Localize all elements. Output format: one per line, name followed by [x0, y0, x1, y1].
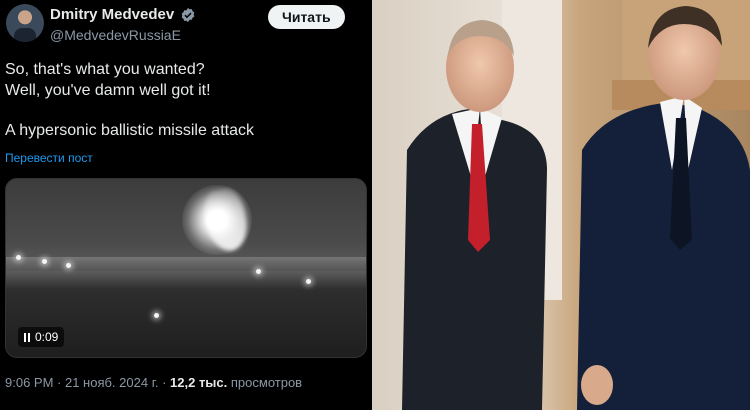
follow-button[interactable]: Читать — [268, 5, 345, 29]
tweet-timestamp[interactable]: 9:06 PM · 21 нояб. 2024 г. · — [5, 375, 166, 390]
video-time-overlay[interactable]: 0:09 — [18, 327, 65, 347]
tweet-line: So, that's what you wanted? — [5, 61, 205, 78]
video-player[interactable]: 0:09 — [5, 178, 367, 358]
video-duration: 0:09 — [35, 330, 59, 344]
tweet-line: A hypersonic ballistic missile attack — [5, 122, 254, 139]
author-handle[interactable]: @MedvedevRussiaE — [50, 27, 181, 43]
video-light — [66, 263, 71, 268]
verified-badge-icon — [180, 7, 196, 23]
video-horizon — [6, 257, 366, 271]
avatar[interactable] — [6, 4, 44, 42]
tweet-line: Well, you've damn well got it! — [5, 82, 211, 99]
tweet-text: So, that's what you wanted? Well, you've… — [5, 59, 365, 141]
author-name[interactable]: Dmitry Medvedev — [50, 6, 174, 23]
pause-icon[interactable] — [24, 332, 30, 342]
translate-link[interactable]: Перевести пост — [5, 151, 93, 165]
tweet-panel: Dmitry Medvedev @MedvedevRussiaE Читать … — [0, 0, 372, 410]
video-light — [306, 279, 311, 284]
photo-two-men — [372, 0, 750, 410]
video-light — [16, 255, 21, 260]
tweet-meta: 9:06 PM · 21 нояб. 2024 г. · 12,2 тыс. п… — [5, 375, 302, 390]
author-name-row: Dmitry Medvedev — [50, 6, 196, 23]
video-light — [42, 259, 47, 264]
view-count: 12,2 тыс. — [170, 375, 228, 390]
video-light — [256, 269, 261, 274]
video-light — [154, 313, 159, 318]
views-label: просмотров — [230, 375, 303, 390]
